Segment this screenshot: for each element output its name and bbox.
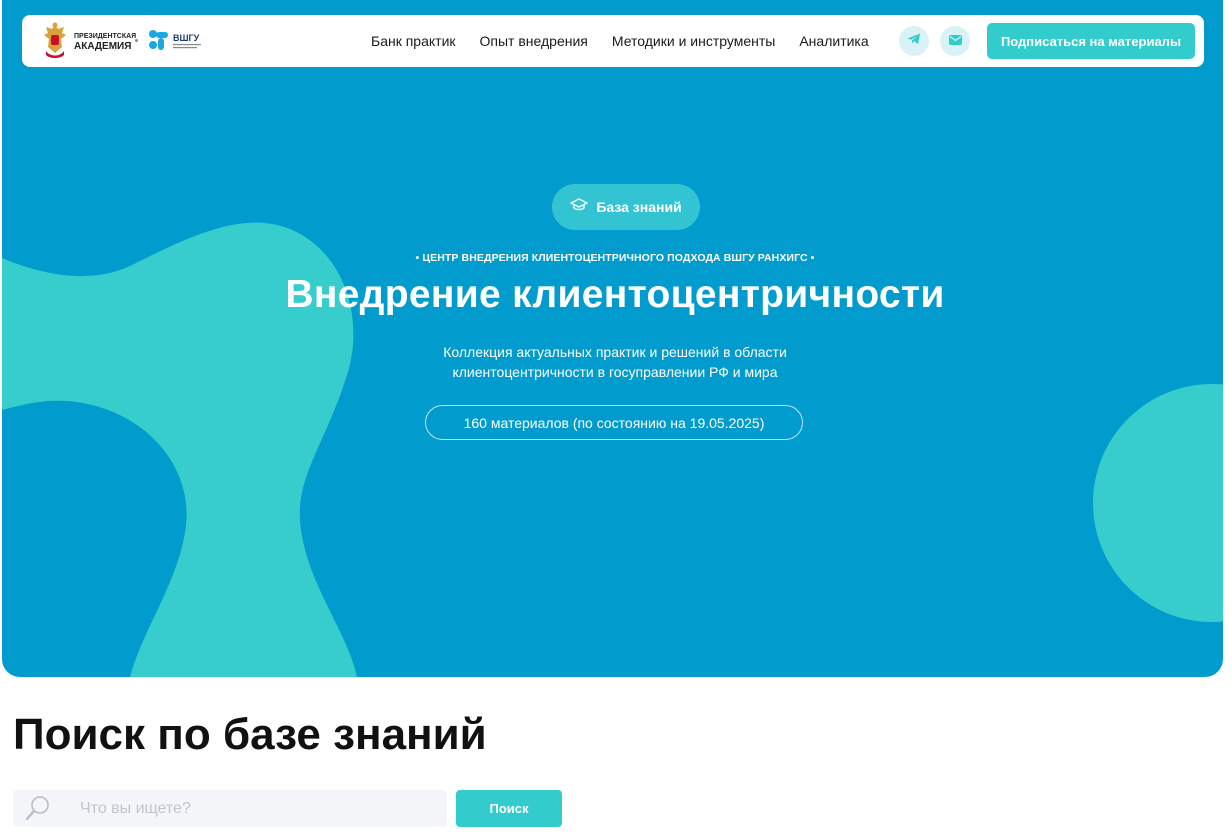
telegram-icon [907, 32, 921, 50]
knowledge-base-badge: База знаний [552, 184, 700, 230]
materials-count: 160 материалов (по состоянию на 19.05.20… [425, 405, 803, 440]
logo-separator [135, 39, 138, 42]
nav-link-implementation-experience[interactable]: Опыт внедрения [480, 33, 588, 49]
search-button[interactable]: Поиск [456, 790, 562, 827]
hero-subtitle: Коллекция актуальных практик и решений в… [443, 344, 787, 380]
vshgu-logo-text: ВШГУ [173, 32, 200, 43]
academy-logo[interactable]: ПРЕЗИДЕНТСКАЯ АКАДЕМИЯ [42, 21, 136, 64]
search-input[interactable] [80, 790, 440, 827]
graduation-cap-icon [570, 197, 589, 217]
right-blob-shape [1093, 384, 1223, 622]
search-icon [24, 794, 52, 827]
hero-title: Внедрение клиентоцентричности [285, 273, 945, 316]
subscribe-button[interactable]: Подписаться на материалы [987, 23, 1195, 59]
academy-logo-text: ПРЕЗИДЕНТСКАЯ АКАДЕМИЯ [74, 33, 136, 52]
nav-link-methods-tools[interactable]: Методики и инструменты [612, 33, 775, 49]
academy-logo-line1: ПРЕЗИДЕНТСКАЯ [74, 33, 137, 40]
telegram-button[interactable] [899, 26, 929, 56]
main-nav: Банк практик Опыт внедрения Методики и и… [371, 15, 893, 67]
nav-link-practice-bank[interactable]: Банк практик [371, 33, 456, 49]
badge-label: База знаний [596, 199, 682, 215]
academy-logo-line2: АКАДЕМИЯ [74, 41, 132, 52]
vshgu-mark-icon [148, 29, 170, 56]
mail-icon [948, 32, 962, 50]
vshgu-logo[interactable]: ВШГУ [148, 29, 203, 56]
vshgu-logo-subtext [173, 43, 203, 52]
decorative-blobs [2, 222, 1223, 677]
top-navbar: ПРЕЗИДЕНТСКАЯ АКАДЕМИЯ ВШГУ Банк практик… [22, 15, 1204, 67]
nav-link-analytics[interactable]: Аналитика [799, 33, 868, 49]
search-heading: Поиск по базе знаний [13, 710, 487, 759]
email-button[interactable] [940, 26, 970, 56]
eagle-emblem-icon [42, 21, 68, 64]
hero-banner: База знаний • ЦЕНТР ВНЕДРЕНИЯ КЛИЕНТОЦЕН… [2, 0, 1223, 677]
hero-eyebrow: • ЦЕНТР ВНЕДРЕНИЯ КЛИЕНТОЦЕНТРИЧНОГО ПОД… [415, 252, 815, 264]
